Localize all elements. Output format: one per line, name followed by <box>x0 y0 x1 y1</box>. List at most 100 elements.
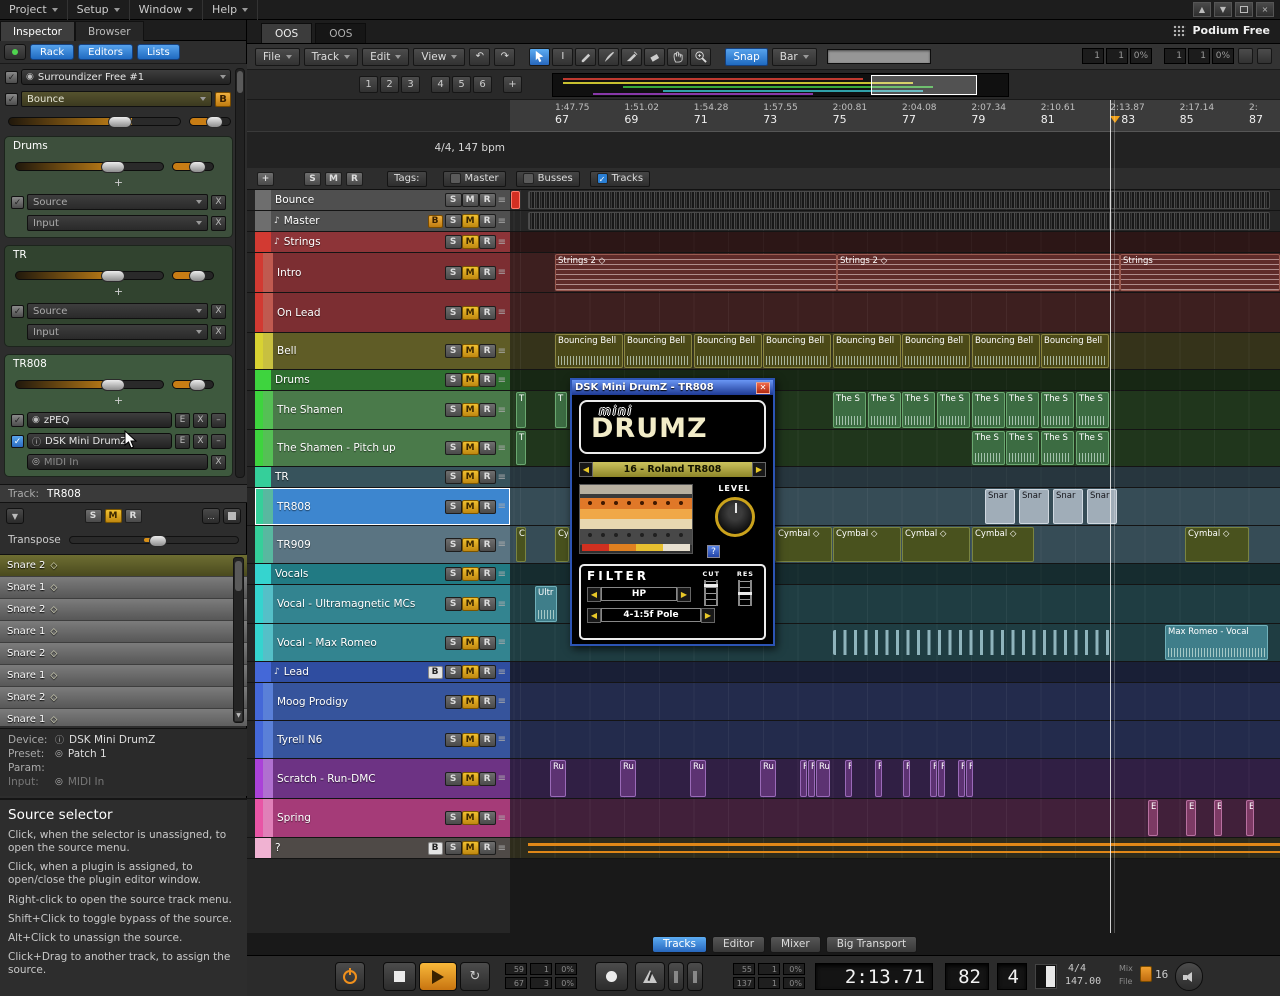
remove-button[interactable]: X <box>211 454 226 470</box>
clip[interactable]: F <box>938 760 945 797</box>
record-arm-button[interactable]: R <box>478 537 496 552</box>
track-menu-icon[interactable]: ≡ <box>496 237 510 248</box>
track-name-cell[interactable]: ♪ Lead B S M R ≡ <box>255 662 510 682</box>
zoom-page-4[interactable]: 4 <box>431 76 450 93</box>
mute-button[interactable]: M <box>461 214 479 228</box>
clip[interactable]: Strings <box>1120 254 1280 291</box>
tool-eraser-button[interactable] <box>644 47 666 66</box>
menu-setup[interactable]: Setup <box>68 0 130 20</box>
clip[interactable]: The S <box>868 392 901 428</box>
clip[interactable]: Bouncing Bell <box>1041 334 1109 368</box>
clip[interactable]: T <box>516 431 526 465</box>
track-menu-icon[interactable]: ≡ <box>496 696 510 707</box>
clip[interactable]: Ru <box>550 760 566 797</box>
clip[interactable]: F <box>800 760 807 797</box>
display-mode-button[interactable] <box>1035 964 1057 989</box>
solo-button[interactable]: S <box>444 441 462 455</box>
track-menu-icon[interactable]: ≡ <box>496 637 510 648</box>
filter-mode-next[interactable]: ▶ <box>677 587 691 602</box>
editors-button[interactable]: Editors <box>78 44 133 60</box>
more-button[interactable]: ... <box>202 508 220 524</box>
clip[interactable] <box>511 191 520 209</box>
record-arm-button[interactable]: R <box>478 470 496 484</box>
zoom-page-5[interactable]: 5 <box>452 76 471 93</box>
slider-handle[interactable] <box>101 378 126 391</box>
input-selector[interactable]: Input <box>27 215 208 231</box>
clip[interactable]: Cymbal ◇ <box>972 527 1034 562</box>
clip[interactable] <box>528 191 1270 209</box>
remove-button[interactable]: X <box>211 303 226 319</box>
patch-list-item[interactable]: Snare 1 ◇ <box>0 665 247 687</box>
solo-button[interactable]: S <box>444 537 462 552</box>
tool-zoom-button[interactable] <box>690 47 712 66</box>
lists-button[interactable]: Lists <box>136 44 180 60</box>
scrollbar-thumb[interactable] <box>235 561 242 591</box>
track-menu-icon[interactable]: ≡ <box>496 813 510 824</box>
clip[interactable]: The S <box>1006 392 1039 428</box>
clip[interactable]: Snar <box>985 489 1015 524</box>
clip[interactable]: Strings 2 ◇ <box>555 254 837 291</box>
clip[interactable]: The S <box>1076 431 1109 465</box>
source-selector[interactable]: Source <box>27 194 208 210</box>
device-checkbox[interactable]: ✓ <box>11 413 24 427</box>
bounce-badge[interactable]: B <box>427 841 443 855</box>
track-name-cell[interactable]: Scratch - Run-DMC S M R ≡ <box>255 759 510 798</box>
clip[interactable]: Snar <box>1053 489 1083 524</box>
patch-list-item[interactable]: Snare 1 ◇ <box>0 577 247 599</box>
stop-button[interactable] <box>383 962 416 991</box>
track-name-cell[interactable]: ♪ Master B S M R ≡ <box>255 211 510 231</box>
clip[interactable]: Bouncing Bell <box>555 334 623 368</box>
record-arm-button[interactable]: R <box>478 499 496 514</box>
device-button-midi-in[interactable]: ◎ MIDI In <box>27 454 208 470</box>
minimize-button[interactable]: – <box>211 433 226 449</box>
beat-display[interactable]: 4 <box>997 963 1027 990</box>
filter-tracks[interactable]: ✓ Tracks <box>589 170 651 187</box>
solo-button[interactable]: S <box>444 235 462 249</box>
track-name-cell[interactable]: TR S M R ≡ <box>255 467 510 487</box>
clip[interactable]: E <box>1186 800 1196 836</box>
track-name-cell[interactable]: TR909 S M R ≡ <box>255 526 510 563</box>
solo-button[interactable]: S <box>444 567 462 581</box>
record-arm-button[interactable]: R <box>478 665 496 679</box>
solo-button[interactable]: S <box>444 265 462 280</box>
mute-button[interactable]: M <box>461 344 479 358</box>
rack-button[interactable]: Rack <box>30 44 75 60</box>
filter-mode-prev[interactable]: ◀ <box>587 587 601 602</box>
res-fader[interactable] <box>738 580 753 606</box>
track-name-cell[interactable]: Intro S M R ≡ <box>255 253 510 292</box>
clip[interactable]: C <box>516 527 526 562</box>
volume-slider[interactable] <box>15 378 164 391</box>
bypass-checkbox[interactable]: ✓ <box>11 304 24 318</box>
minimize-button[interactable]: – <box>211 412 226 428</box>
clip[interactable]: E <box>1148 800 1158 836</box>
solo-button[interactable]: S <box>444 811 462 825</box>
solo-button[interactable]: S <box>444 403 462 417</box>
record-arm-button[interactable]: R <box>478 441 496 455</box>
remove-button[interactable]: X <box>211 215 226 231</box>
filter-mode[interactable]: HP <box>601 587 677 601</box>
pole-prev[interactable]: ◀ <box>587 608 601 623</box>
bypass-checkbox[interactable]: ✓ <box>5 70 18 84</box>
tab-inspector[interactable]: Inspector <box>0 21 75 41</box>
track-menu-icon[interactable]: ≡ <box>496 267 510 278</box>
scroll-down-button[interactable]: ▼ <box>1214 2 1232 17</box>
track-name-cell[interactable]: Tyrell N6 S M R ≡ <box>255 721 510 758</box>
bounce-badge[interactable]: B <box>215 91 231 107</box>
aux-button-1[interactable] <box>668 962 684 991</box>
device-button-zpeq[interactable]: ◉ zPEQ <box>27 412 172 428</box>
transpose-slider[interactable] <box>68 535 239 547</box>
mute-button[interactable]: M <box>461 665 479 679</box>
filter-master[interactable]: Master <box>442 170 506 187</box>
clip[interactable]: The S <box>972 392 1005 428</box>
track-menu-icon[interactable]: ≡ <box>496 501 510 512</box>
record-button[interactable] <box>595 962 628 991</box>
rack-scrollbar[interactable] <box>235 68 245 478</box>
clip[interactable]: Bouncing Bell <box>972 334 1040 368</box>
add-track-button[interactable]: + <box>257 171 274 186</box>
record-arm-button[interactable]: R <box>478 344 496 358</box>
clip[interactable]: Snar <box>1019 489 1049 524</box>
track-dropdown-button[interactable]: ▼ <box>6 508 24 524</box>
clip[interactable]: E <box>1246 800 1254 836</box>
plugin-titlebar[interactable]: DSK Mini DrumZ - TR808 ✕ <box>572 380 773 395</box>
clip[interactable]: E <box>1214 800 1222 836</box>
